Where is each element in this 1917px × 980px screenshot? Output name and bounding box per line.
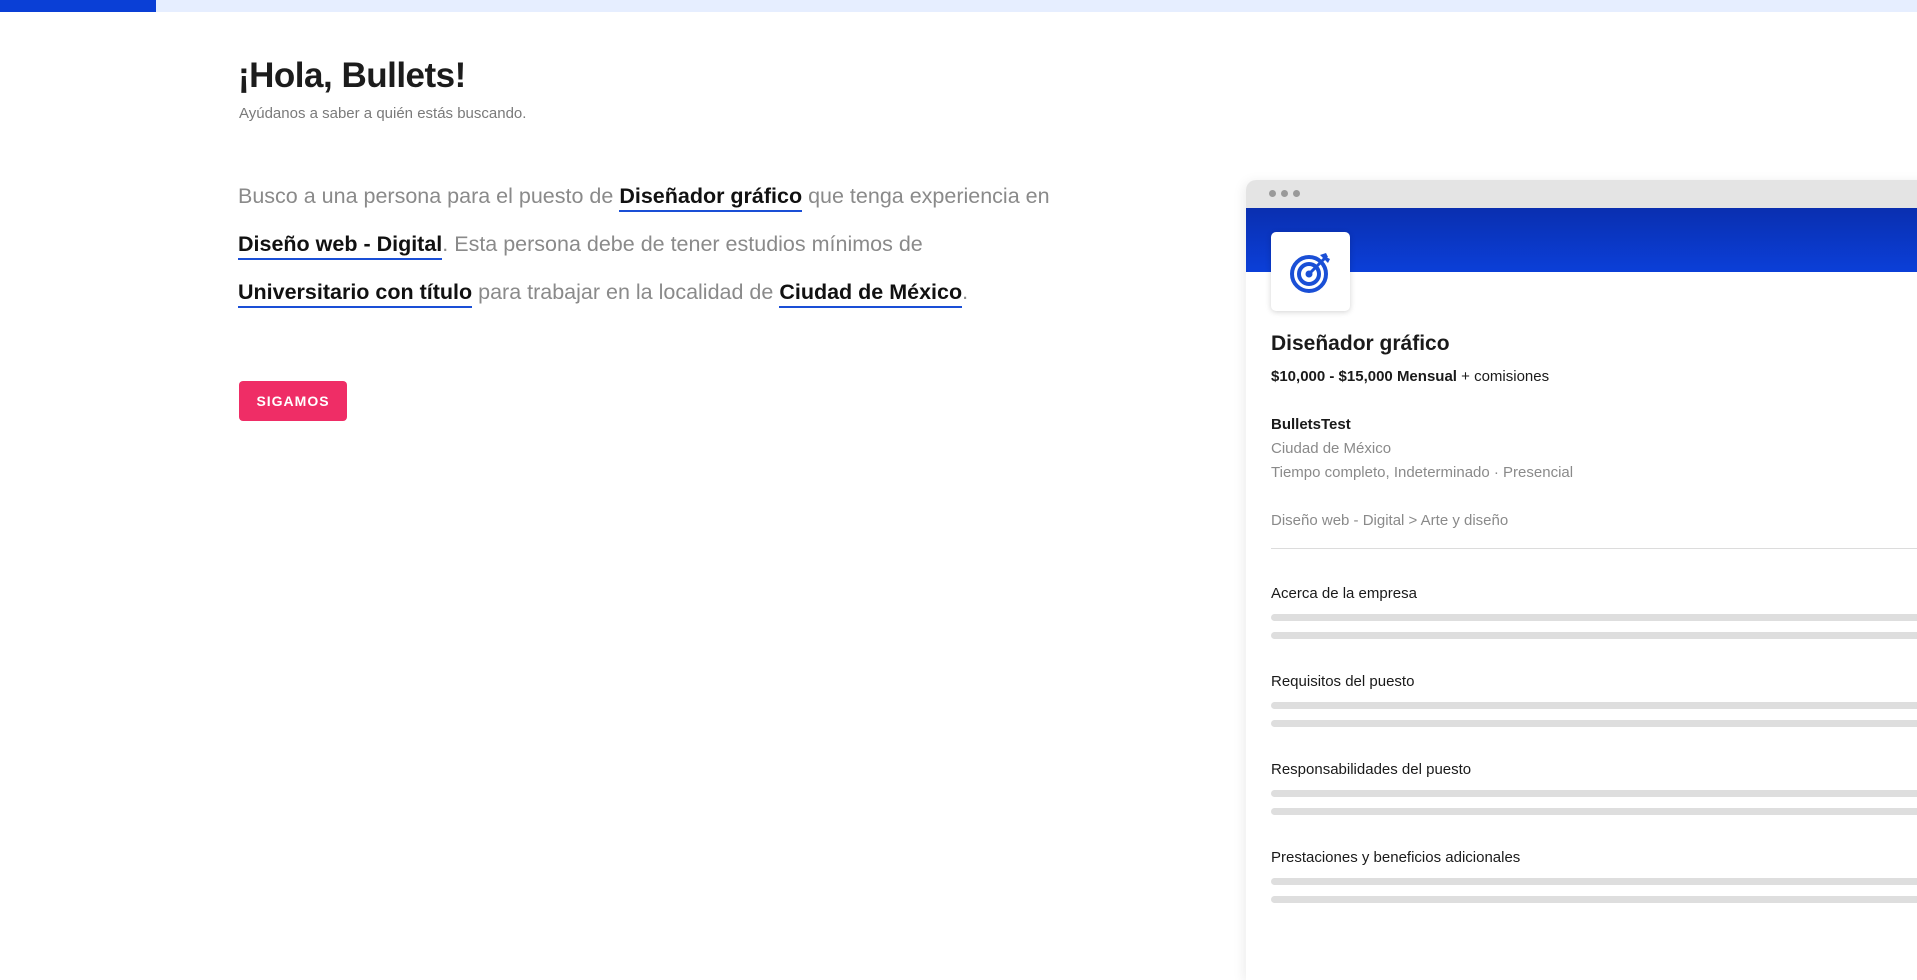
preview-salary: $10,000 - $15,000 Mensual + comisiones xyxy=(1271,368,1549,385)
skeleton-line xyxy=(1271,790,1917,797)
section-title: Responsabilidades del puesto xyxy=(1271,761,1472,778)
preview-window-bar xyxy=(1246,180,1917,208)
experience-area-field[interactable]: Diseño web - Digital xyxy=(238,232,443,260)
skeleton-line xyxy=(1271,878,1917,885)
preview-section: Responsabilidades del puesto xyxy=(1271,761,1917,826)
salary-amount: $10,000 - $15,000 Mensual xyxy=(1271,368,1457,385)
window-dot-icon xyxy=(1269,190,1276,197)
job-sentence-form: Busco a una persona para el puesto de Di… xyxy=(238,172,1058,316)
preview-section: Acerca de la empresa xyxy=(1271,585,1917,650)
target-icon xyxy=(1289,252,1330,293)
salary-extra: + comisiones xyxy=(1456,368,1550,385)
position-field[interactable]: Diseñador gráfico xyxy=(619,184,803,212)
section-title: Acerca de la empresa xyxy=(1271,585,1417,602)
page-subtitle: Ayúdanos a saber a quién estás buscando. xyxy=(239,105,527,122)
company-logo xyxy=(1271,232,1350,311)
location-field[interactable]: Ciudad de México xyxy=(779,280,963,308)
education-level-field[interactable]: Universitario con título xyxy=(238,280,473,308)
skeleton-line xyxy=(1271,720,1917,727)
preview-category: Diseño web - Digital > Arte y diseño xyxy=(1271,512,1509,529)
skeleton-line xyxy=(1271,614,1917,621)
section-title: Prestaciones y beneficios adicionales xyxy=(1271,849,1521,866)
sentence-text: que tenga experiencia en xyxy=(802,184,1050,208)
preview-location: Ciudad de México xyxy=(1271,440,1392,457)
skeleton-line xyxy=(1271,896,1917,903)
section-title: Requisitos del puesto xyxy=(1271,673,1415,690)
preview-employment-type: Tiempo completo, Indeterminado · Presenc… xyxy=(1271,464,1574,481)
progress-bar xyxy=(0,0,1917,12)
sentence-text: Busco a una persona para el puesto de xyxy=(238,184,620,208)
skeleton-line xyxy=(1271,808,1917,815)
preview-section: Prestaciones y beneficios adicionales xyxy=(1271,849,1917,914)
divider xyxy=(1271,548,1917,549)
job-preview-card: Diseñador gráfico $10,000 - $15,000 Mens… xyxy=(1246,180,1917,980)
sentence-text: para trabajar en la localidad de xyxy=(472,280,780,304)
preview-company: BulletsTest xyxy=(1271,416,1351,433)
preview-section: Requisitos del puesto xyxy=(1271,673,1917,738)
sentence-text: . Esta persona debe de tener estudios mí… xyxy=(442,232,923,256)
page-title: ¡Hola, Bullets! xyxy=(238,56,466,95)
continue-button[interactable]: SIGAMOS xyxy=(239,381,347,421)
skeleton-line xyxy=(1271,632,1917,639)
preview-job-title: Diseñador gráfico xyxy=(1271,332,1450,355)
window-dot-icon xyxy=(1281,190,1288,197)
sentence-text: . xyxy=(962,280,969,304)
progress-bar-fill xyxy=(0,0,157,12)
window-dot-icon xyxy=(1293,190,1300,197)
skeleton-line xyxy=(1271,702,1917,709)
